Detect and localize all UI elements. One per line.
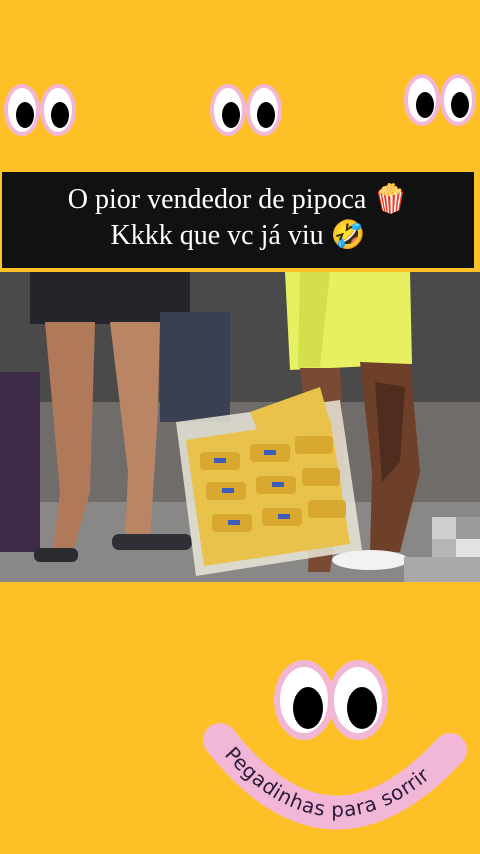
googly-eyes-icon-right — [404, 74, 476, 126]
caption-line-2: Kkkk que vc já viu 🤣 — [110, 220, 366, 251]
caption-line-1: O pior vendedor de pipoca 🍿 — [67, 184, 409, 215]
video-frame[interactable] — [0, 272, 480, 582]
video-caption: O pior vendedor de pipoca 🍿 Kkkk que vc … — [2, 172, 474, 268]
street-scene-image — [0, 272, 480, 582]
brand-logo: Pegadinhas para sorrir — [203, 660, 467, 830]
googly-eyes-icon-left — [4, 84, 76, 136]
googly-eyes-icon-center — [210, 84, 282, 136]
